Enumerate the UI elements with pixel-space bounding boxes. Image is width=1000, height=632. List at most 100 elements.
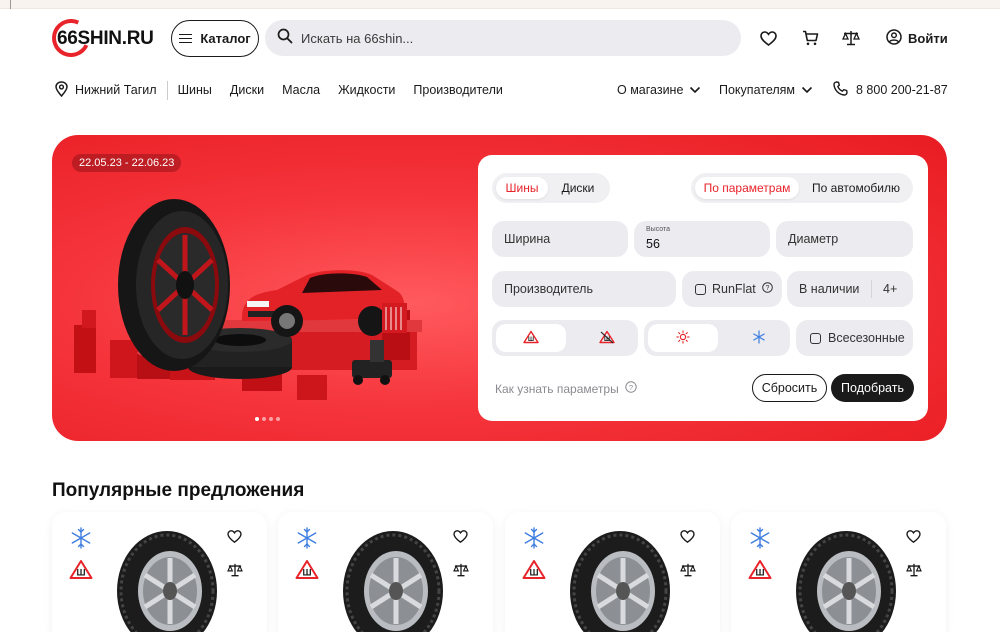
nav-link-wheels[interactable]: Диски [230,83,264,97]
user-icon [886,29,902,48]
svg-text:Ш: Ш [528,337,534,343]
tab-tires[interactable]: Шины [496,177,548,199]
reset-button[interactable]: Сбросить [752,374,827,402]
manufacturer-select[interactable]: Производитель [492,271,676,307]
buyers-label: Покупателям [719,83,796,97]
login-button[interactable]: Войти [886,29,948,48]
city-label: Нижний Тагил [75,83,157,97]
nav-link-tires[interactable]: Шины [178,83,212,97]
runflat-checkbox[interactable]: RunFlat ? [682,271,782,307]
slider-dot[interactable] [269,417,273,421]
non-studded-option[interactable]: Ш [580,324,634,352]
chevron-down-icon [801,83,813,97]
runflat-label: RunFlat [712,282,756,296]
diameter-select[interactable]: Диаметр [776,221,913,257]
search-mode-tabs: По параметрам По автомобилю [691,173,913,203]
help-icon: ? [761,282,773,296]
nav-link-manufacturers[interactable]: Производители [413,83,502,97]
scales-icon[interactable] [842,29,860,47]
heart-icon[interactable] [906,530,921,548]
login-label: Войти [908,31,948,46]
svg-text:Ш: Ш [302,568,311,578]
season-toggle [644,320,790,356]
scales-icon[interactable] [680,563,696,582]
availability-value: 4+ [883,282,898,296]
nav-link-oils[interactable]: Масла [282,83,320,97]
diameter-label: Диаметр [788,232,839,246]
tire-image[interactable] [565,523,675,632]
height-value: 56 [646,237,660,251]
help-icon: ? [625,381,637,396]
divider [871,280,872,298]
product-card[interactable]: Ш [505,512,720,632]
site-logo[interactable]: 66SHIN.RU [46,13,160,63]
about-label: О магазине [617,83,684,97]
studded-icon: Ш [748,559,772,585]
height-select[interactable]: Высота 56 [634,221,770,257]
width-select[interactable]: Ширина [492,221,628,257]
availability-select[interactable]: В наличии 4+ [787,271,913,307]
phone-icon [833,81,848,99]
scales-icon[interactable] [453,563,469,582]
heart-icon[interactable] [680,530,695,548]
height-caption: Высота [646,226,671,233]
browser-top-strip [0,0,1000,9]
checkbox-box [695,283,706,295]
city-selector[interactable]: Нижний Тагил [55,80,168,100]
sun-icon [676,330,690,347]
heart-icon[interactable] [453,530,468,548]
product-card[interactable]: Ш [52,512,267,632]
checkbox-box [810,332,821,344]
nav-link-fluids[interactable]: Жидкости [338,83,395,97]
tire-image[interactable] [338,523,448,632]
summer-option[interactable] [648,324,718,352]
snowflake-icon [70,527,92,554]
tire-image[interactable] [791,523,901,632]
stud-toggle: Ш Ш [492,320,638,356]
search-input[interactable] [301,30,701,46]
width-label: Ширина [504,232,551,246]
tab-by-car[interactable]: По автомобилю [803,177,909,199]
section-title: Популярные предложения [52,480,305,501]
tab-by-params[interactable]: По параметрам [695,177,799,199]
slider-dots[interactable] [255,417,280,421]
snowflake-icon [296,527,318,554]
snowflake-icon [523,527,545,554]
catalog-button[interactable]: Каталог [171,20,259,57]
snowflake-icon [749,527,771,554]
search-bar[interactable] [265,20,741,56]
studded-icon: Ш [295,559,319,585]
heart-icon[interactable] [759,29,777,47]
winter-option[interactable] [732,324,786,352]
studded-icon: Ш [69,559,93,585]
phone-link[interactable]: 8 800 200-21-87 [833,80,948,100]
slider-dot[interactable] [276,417,280,421]
studded-icon: Ш [522,559,546,585]
allseason-checkbox[interactable]: Всесезонные [796,320,913,356]
search-icon [277,28,293,49]
product-type-tabs: Шины Диски [492,173,610,203]
buyers-dropdown[interactable]: Покупателям [719,80,813,100]
non-studded-icon: Ш [599,330,615,347]
slider-dot[interactable] [262,417,266,421]
location-pin-icon [55,80,68,100]
menu-icon [179,33,193,44]
help-link-label: Как узнать параметры [495,381,619,396]
heart-icon[interactable] [227,530,242,548]
submit-button[interactable]: Подобрать [831,374,914,402]
scales-icon[interactable] [906,563,922,582]
svg-text:?: ? [629,383,633,392]
product-card[interactable]: Ш [731,512,946,632]
slider-dot[interactable] [255,417,259,421]
cart-icon[interactable] [801,29,819,47]
svg-text:Ш: Ш [76,568,85,578]
tire-image[interactable] [112,523,222,632]
product-card[interactable]: Ш [278,512,493,632]
tab-wheels[interactable]: Диски [550,177,606,199]
manufacturer-label: Производитель [504,282,593,296]
scales-icon[interactable] [227,563,243,582]
about-dropdown[interactable]: О магазине [617,80,701,100]
help-link[interactable]: Как узнать параметры ? [495,381,637,396]
studded-option[interactable]: Ш [496,324,566,352]
chevron-down-icon [689,83,701,97]
